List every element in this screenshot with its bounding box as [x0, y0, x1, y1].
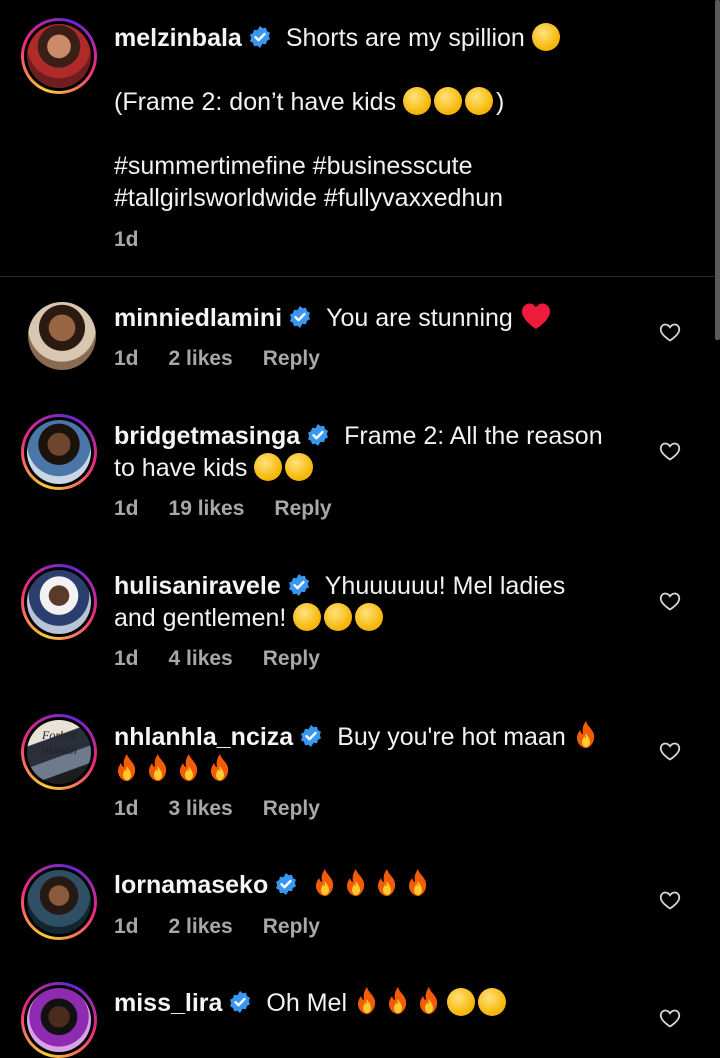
avatar: [28, 302, 96, 370]
like-heart-icon[interactable]: [658, 888, 682, 912]
timestamp: 1d: [114, 797, 139, 820]
like-heart-icon[interactable]: [658, 1006, 682, 1030]
caption-hashtags: #summertimefine #businesscute #tallgirls…: [114, 150, 503, 214]
caption-line2: (Frame 2: don’t have kids ): [114, 87, 505, 116]
likes-count[interactable]: 2 likes: [169, 347, 233, 370]
timestamp: 1d: [114, 228, 139, 251]
username[interactable]: nhlanhla_nciza: [114, 723, 293, 751]
likes-count[interactable]: 4 likes: [169, 647, 233, 670]
avatar-story-ring[interactable]: [21, 564, 97, 640]
verified-badge-icon: [274, 872, 298, 896]
laughing-tears-emoji-icon: [285, 453, 314, 481]
timestamp: 1d: [114, 647, 139, 670]
timestamp: 1d: [114, 347, 139, 370]
username[interactable]: lornamaseko: [114, 871, 268, 899]
avatar-story-ring[interactable]: [21, 982, 97, 1058]
username[interactable]: melzinbala: [114, 24, 242, 52]
like-heart-icon[interactable]: [658, 589, 682, 613]
fire-emoji-icon: [405, 868, 431, 898]
fire-emoji-icon: [385, 986, 411, 1016]
timestamp: 1d: [114, 915, 139, 938]
comment-meta: 1d 4 likes Reply: [114, 647, 350, 671]
reply-button[interactable]: Reply: [263, 797, 320, 820]
avatar: [27, 870, 91, 934]
red-heart-emoji-icon: [520, 302, 552, 330]
avatar-story-ring[interactable]: Forbes Woman: [21, 714, 97, 790]
like-heart-icon[interactable]: [658, 320, 682, 344]
verified-badge-icon: [248, 25, 272, 49]
username[interactable]: hulisaniravele: [114, 572, 281, 600]
verified-badge-icon: [288, 305, 312, 329]
comment-meta: 1d 19 likes Reply: [114, 497, 362, 521]
avatar: [27, 24, 91, 88]
reply-button[interactable]: Reply: [263, 915, 320, 938]
scrollbar[interactable]: [715, 0, 720, 340]
hashtags-line-2[interactable]: #tallgirlsworldwide #fullyvaxxedhun: [114, 182, 503, 214]
avatar: [27, 420, 91, 484]
avatar-story-ring[interactable]: [21, 864, 97, 940]
username[interactable]: miss_lira: [114, 989, 222, 1017]
avatar-wrap[interactable]: [24, 298, 100, 374]
eye-roll-emoji-icon: [434, 87, 463, 115]
comment-meta: 1d 2 likes Reply: [114, 915, 350, 939]
fire-emoji-icon: [176, 753, 202, 783]
comment-text: hulisaniravele Yhuuuuuu! Mel ladies and g…: [114, 572, 566, 632]
avatar-story-ring[interactable]: [21, 18, 97, 94]
caption-line1: Shorts are my spillion: [285, 24, 525, 52]
heart-eyes-emoji-icon: [477, 988, 506, 1016]
fire-emoji-icon: [374, 868, 400, 898]
reply-button[interactable]: Reply: [263, 647, 320, 670]
fire-emoji-icon: [573, 720, 599, 750]
kissing-face-emoji-icon: [403, 87, 432, 115]
like-heart-icon[interactable]: [658, 439, 682, 463]
comment-text: bridgetmasinga Frame 2: All the reason to…: [114, 422, 603, 482]
reply-button[interactable]: Reply: [274, 497, 331, 520]
fire-emoji-icon: [416, 986, 442, 1016]
likes-count[interactable]: 3 likes: [169, 797, 233, 820]
comment-text: miss_lira Oh Mel: [114, 986, 509, 1019]
laughing-tears-emoji-icon: [254, 453, 283, 481]
laughing-tears-emoji-icon: [465, 87, 494, 115]
comment-meta: 1d 2 likes Reply: [114, 347, 350, 371]
comment-meta: 1d 3 likes Reply: [114, 797, 350, 821]
heart-eyes-emoji-icon: [293, 603, 322, 631]
comment-text: nhlanhla_nciza Buy you're hot maan: [114, 720, 604, 786]
caption-meta: 1d: [114, 228, 169, 252]
likes-count[interactable]: 2 likes: [169, 915, 233, 938]
verified-badge-icon: [306, 423, 330, 447]
fire-emoji-icon: [312, 868, 338, 898]
likes-count[interactable]: 19 likes: [169, 497, 245, 520]
verified-badge-icon: [287, 573, 311, 597]
heart-eyes-emoji-icon: [446, 988, 475, 1016]
heart-eyes-emoji-icon: [355, 603, 384, 631]
hashtags-line-1[interactable]: #summertimefine #businesscute: [114, 150, 503, 182]
timestamp: 1d: [114, 497, 139, 520]
username[interactable]: minniedlamini: [114, 304, 282, 332]
like-heart-icon[interactable]: [658, 739, 682, 763]
steam-face-emoji-icon: [531, 23, 560, 51]
fire-emoji-icon: [354, 986, 380, 1016]
avatar-story-ring[interactable]: [21, 414, 97, 490]
avatar: [27, 988, 91, 1052]
verified-badge-icon: [299, 724, 323, 748]
avatar: [27, 570, 91, 634]
username[interactable]: bridgetmasinga: [114, 422, 300, 450]
avatar: Forbes Woman: [27, 720, 91, 784]
heart-eyes-emoji-icon: [324, 603, 353, 631]
fire-emoji-icon: [343, 868, 369, 898]
reply-button[interactable]: Reply: [263, 347, 320, 370]
comment-text: minniedlamini You are stunning: [114, 302, 552, 334]
comment-text: lornamaseko: [114, 868, 436, 901]
caption-text: melzinbala Shorts are my spillion: [114, 22, 563, 54]
post-caption: melzinbala Shorts are my spillion (Frame …: [0, 0, 714, 277]
forbes-woman-logo: Forbes Woman: [41, 728, 77, 757]
verified-badge-icon: [228, 990, 252, 1014]
fire-emoji-icon: [207, 753, 233, 783]
fire-emoji-icon: [114, 753, 140, 783]
fire-emoji-icon: [145, 753, 171, 783]
